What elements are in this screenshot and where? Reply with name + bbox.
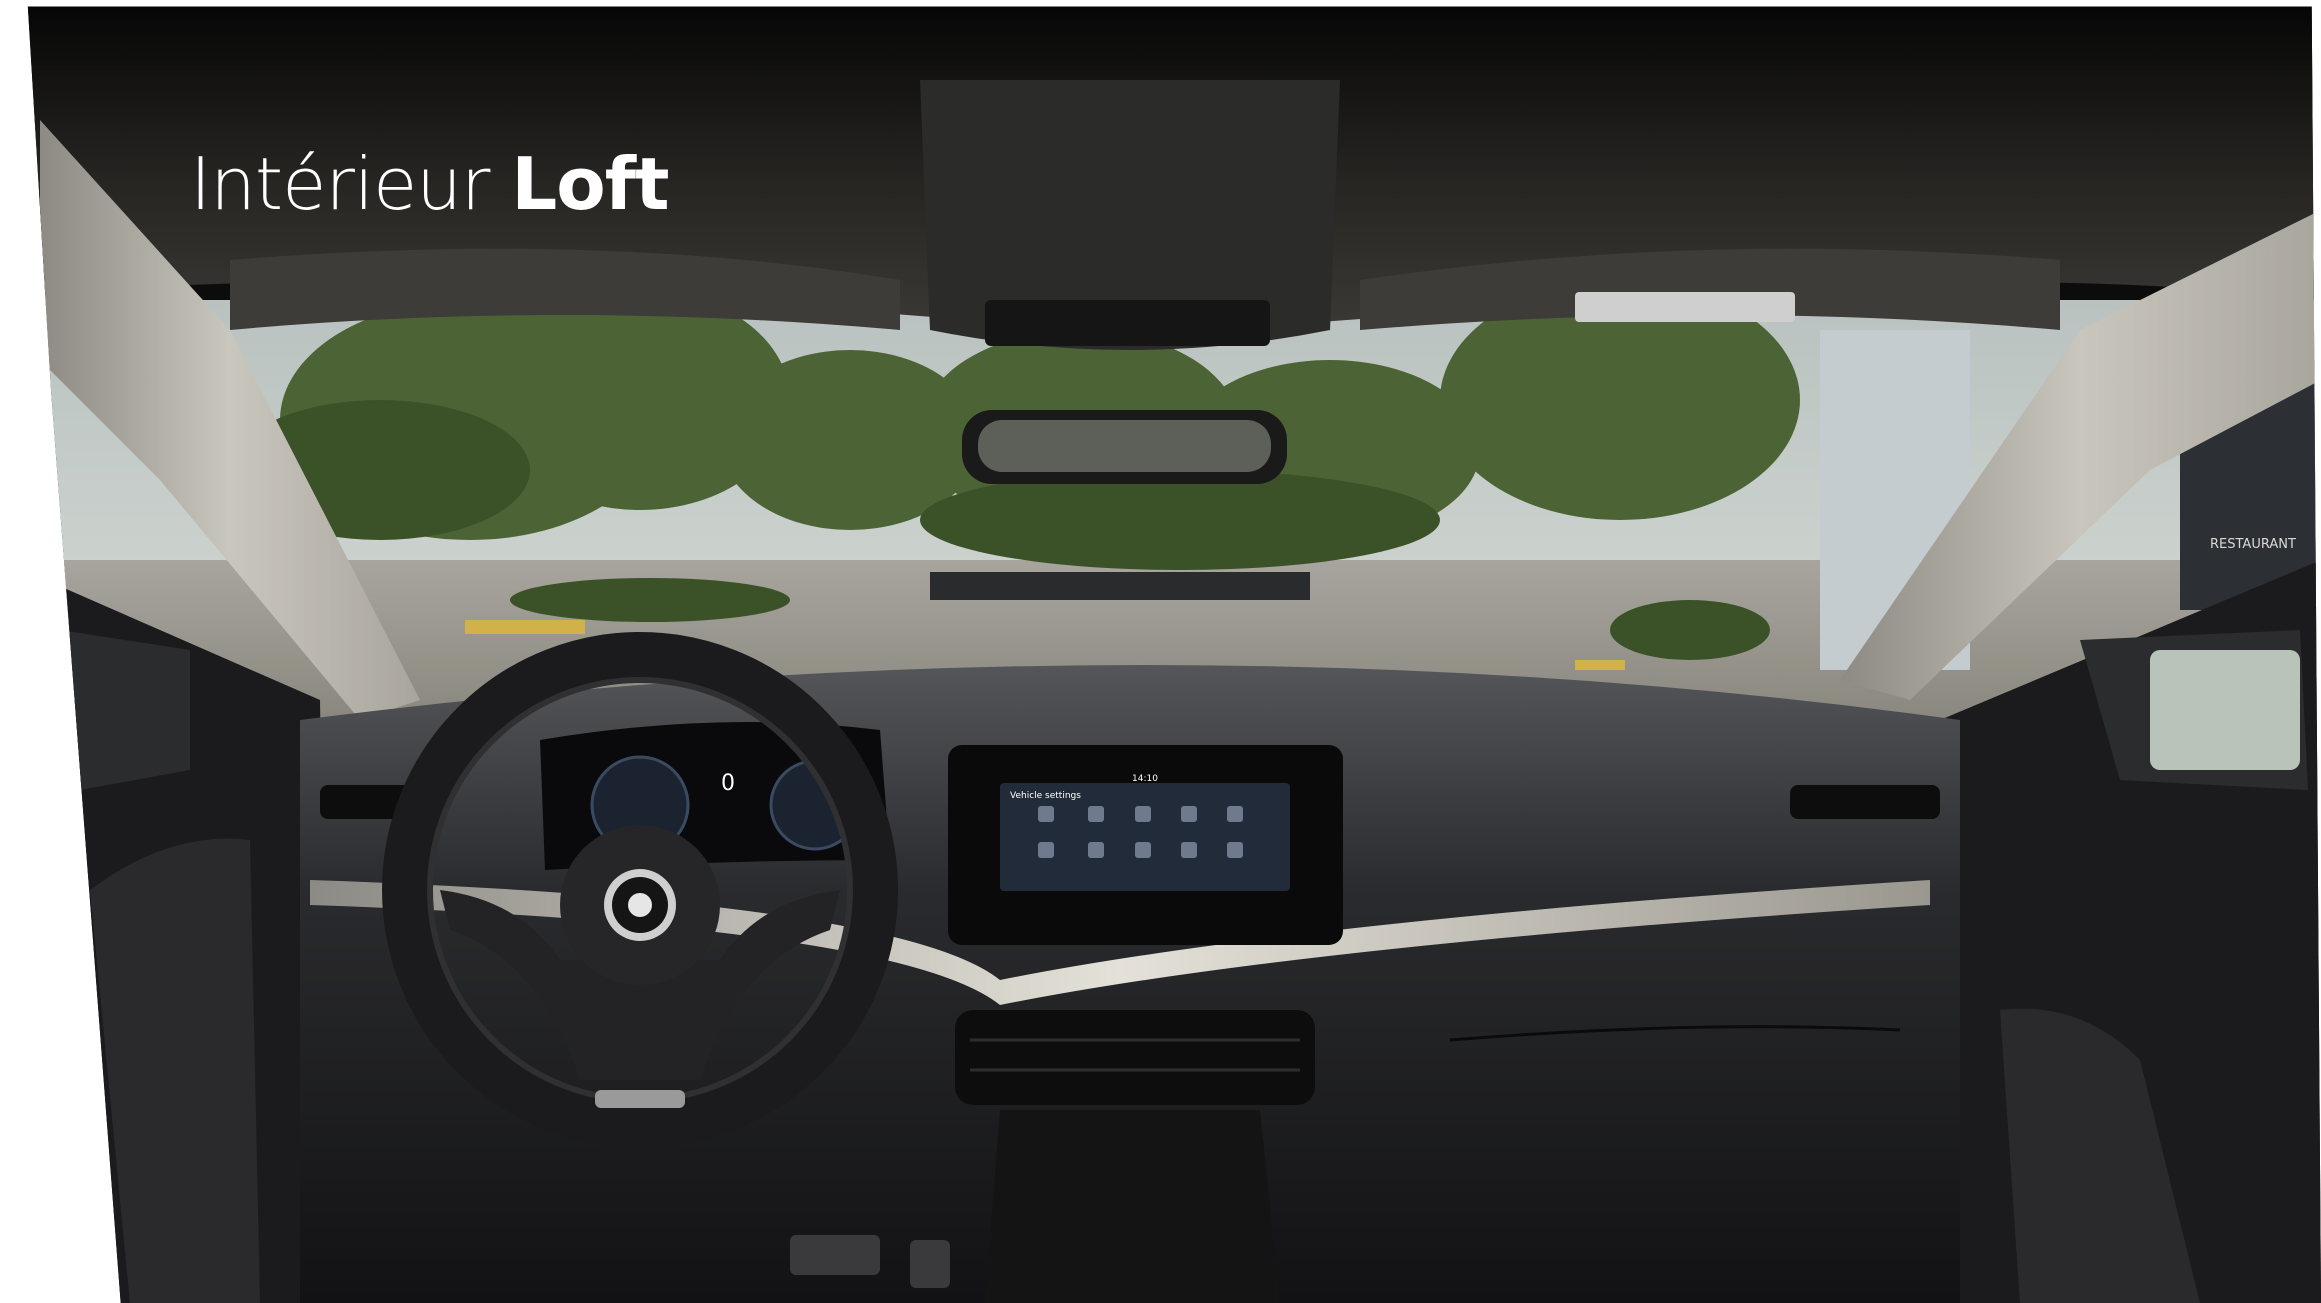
screen-header: Vehicle settings [1010,791,1081,801]
screen-clock: 14:10 [1132,774,1158,784]
cluster-speed: 0 [721,771,735,796]
restaurant-sign: RESTAURANT [2210,537,2296,552]
title-prefix: Intérieur [190,142,491,226]
brochure-page: RESTAURANT 0 Vehicle settings 14:10 Inté… [0,0,2321,1303]
title-emphasis: Loft [511,142,669,226]
page-title: Intérieur Loft [190,148,670,220]
